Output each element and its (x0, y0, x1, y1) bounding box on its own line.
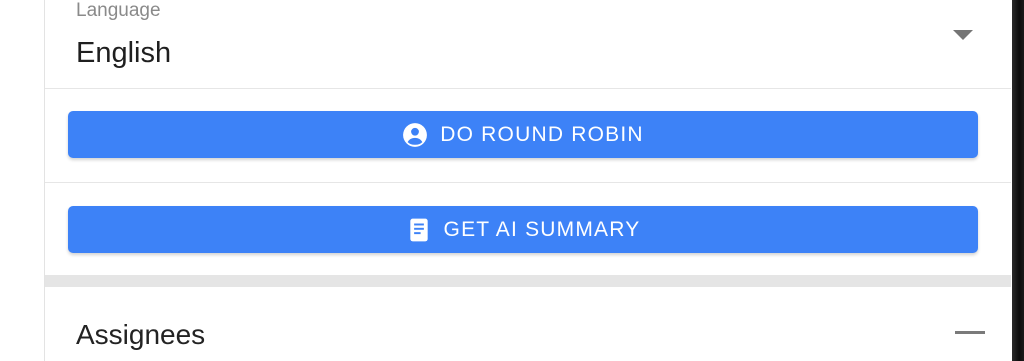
left-gutter (0, 0, 45, 361)
assignees-title: Assignees (76, 319, 206, 350)
round-robin-row: DO ROUND ROBIN (45, 88, 1011, 183)
details-panel: Language English DO ROUND ROBIN GET AI S… (45, 0, 1011, 361)
collapse-minus-icon[interactable] (955, 331, 985, 334)
do-round-robin-button[interactable]: DO ROUND ROBIN (68, 111, 978, 158)
language-label: Language (76, 0, 161, 21)
get-ai-summary-label: GET AI SUMMARY (443, 217, 641, 241)
language-value[interactable]: English (76, 36, 171, 70)
do-round-robin-label: DO ROUND ROBIN (440, 122, 644, 146)
account-circle-icon (402, 122, 428, 148)
ai-summary-row: GET AI SUMMARY (45, 183, 1011, 275)
assignees-section: Assignees (45, 287, 1011, 361)
dropdown-caret-icon[interactable] (953, 30, 973, 40)
language-select[interactable]: Language English (45, 0, 1011, 89)
document-icon (406, 217, 432, 243)
get-ai-summary-button[interactable]: GET AI SUMMARY (68, 206, 978, 253)
background-edge (1012, 0, 1024, 361)
page: Language English DO ROUND ROBIN GET AI S… (0, 0, 1024, 361)
section-divider (45, 275, 1011, 287)
